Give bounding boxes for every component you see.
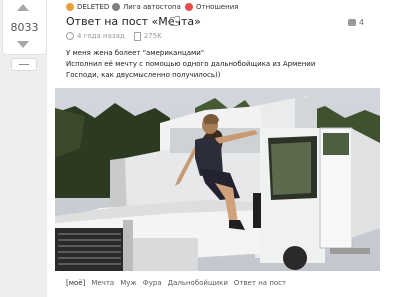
rating-score: 8033 bbox=[10, 21, 39, 34]
tag-item[interactable]: [моё] bbox=[66, 279, 85, 291]
community-name: Лига автостопа bbox=[123, 3, 181, 11]
minus-icon bbox=[19, 64, 29, 65]
community-avatar-icon bbox=[112, 3, 120, 11]
author-name: DELETED bbox=[77, 3, 110, 11]
upvote-icon[interactable] bbox=[17, 4, 29, 11]
tag-item[interactable]: Мечта bbox=[91, 279, 114, 291]
comments-count: 4 bbox=[359, 18, 365, 27]
post-photo[interactable] bbox=[55, 88, 380, 271]
comments-button[interactable]: 4 bbox=[348, 16, 369, 29]
author-link[interactable]: DELETED bbox=[66, 2, 109, 12]
community-link[interactable]: Лига автостопа bbox=[112, 2, 181, 12]
text-line: У меня жена болеет "американцами" bbox=[66, 49, 205, 57]
post-text: У меня жена болеет "американцами" Исполн… bbox=[66, 48, 386, 81]
post-meta: 4 года назад 275K bbox=[66, 31, 162, 41]
rating-box: 8033 bbox=[2, 0, 47, 55]
tag-link[interactable]: Отношения bbox=[185, 2, 239, 12]
post-time: 4 года назад bbox=[77, 32, 125, 40]
clock-icon bbox=[66, 32, 74, 40]
external-link-icon[interactable] bbox=[170, 16, 180, 26]
more-button[interactable] bbox=[11, 58, 37, 71]
author-avatar-icon bbox=[66, 3, 74, 11]
truck-photo-image bbox=[55, 88, 380, 271]
downvote-icon[interactable] bbox=[17, 41, 29, 48]
saves-count: 275K bbox=[143, 32, 162, 40]
heart-icon bbox=[185, 3, 193, 11]
text-line: Господи, как двусмысленно получилось)) bbox=[66, 71, 221, 79]
comment-icon bbox=[348, 19, 356, 26]
tag-name: Отношения bbox=[196, 3, 239, 11]
vote-column: 8033 bbox=[0, 0, 47, 297]
post-header: DELETED Лига автостопа Отношения bbox=[47, 0, 400, 13]
text-line: Исполнил её мечту с помощью одного дальн… bbox=[66, 60, 316, 68]
tag-item[interactable]: Фура bbox=[143, 279, 162, 291]
post-card: DELETED Лига автостопа Отношения Ответ н… bbox=[47, 0, 400, 297]
tag-item[interactable]: Ответ на пост bbox=[234, 279, 286, 291]
tag-item[interactable]: Муж bbox=[120, 279, 137, 291]
post-title[interactable]: Ответ на пост «Мечта» bbox=[66, 15, 201, 28]
bookmark-icon[interactable] bbox=[133, 31, 141, 41]
tag-list: [моё] Мечта Муж Фура Дальнобойщики Ответ… bbox=[66, 279, 292, 291]
tag-item[interactable]: Дальнобойщики bbox=[168, 279, 228, 291]
